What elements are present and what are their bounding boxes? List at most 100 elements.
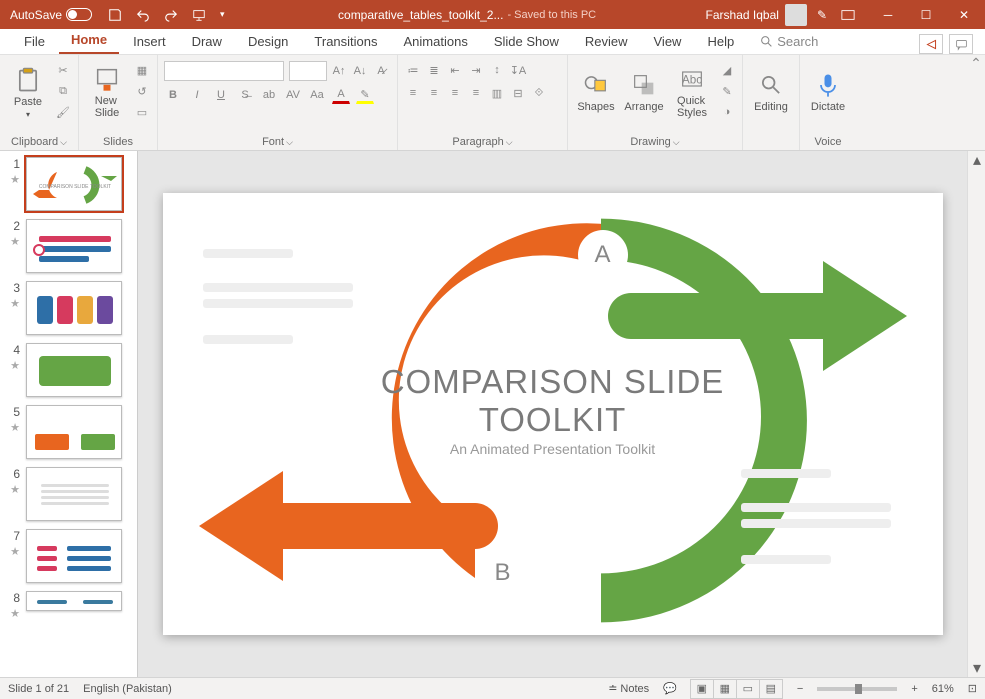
bold-icon[interactable]: B xyxy=(164,86,182,104)
thumbnail-5[interactable] xyxy=(26,405,122,459)
scroll-up-icon[interactable]: ▴ xyxy=(968,151,985,169)
strike-icon[interactable]: S̶ xyxy=(236,86,254,104)
thumbnail-3[interactable] xyxy=(26,281,122,335)
thumbnail-8[interactable] xyxy=(26,591,122,611)
increase-font-icon[interactable]: A↑ xyxy=(330,62,348,80)
redo-icon[interactable] xyxy=(160,3,182,27)
text-direction-icon[interactable]: ↧A xyxy=(509,61,527,79)
format-painter-icon[interactable]: 🖌 xyxy=(54,103,72,121)
dictate-button[interactable]: Dictate xyxy=(806,59,850,125)
thumbnail-6[interactable] xyxy=(26,467,122,521)
group-paragraph: ≔ ≣ ⇤ ⇥ ↕ ↧A ≡ ≡ ≡ ≡ ▥ ⊟ ⟐ Paragraph ⌵ xyxy=(398,55,568,150)
tab-insert[interactable]: Insert xyxy=(121,30,178,54)
spacing-icon[interactable]: AV xyxy=(284,86,302,104)
paste-button[interactable]: Paste▾ xyxy=(6,59,50,125)
align-right-icon[interactable]: ≡ xyxy=(446,84,464,102)
notes-button[interactable]: ≐ Notes xyxy=(608,682,649,695)
case-icon[interactable]: Aa xyxy=(308,86,326,104)
reset-icon[interactable]: ↺ xyxy=(133,82,151,100)
tab-file[interactable]: File xyxy=(12,30,57,54)
shadow-icon[interactable]: ab xyxy=(260,86,278,104)
zoom-slider[interactable] xyxy=(817,687,897,691)
fit-window-icon[interactable]: ⊡ xyxy=(968,682,977,695)
slideshow-view-icon[interactable]: ▤ xyxy=(759,679,783,699)
collapse-ribbon-icon[interactable]: ⌃ xyxy=(967,55,985,151)
maximize-button[interactable]: ☐ xyxy=(909,8,943,22)
comments-icon[interactable]: 💬 xyxy=(663,682,677,695)
numbering-icon[interactable]: ≣ xyxy=(425,61,443,79)
slideshow-start-icon[interactable] xyxy=(188,3,210,27)
tab-home[interactable]: Home xyxy=(59,28,119,54)
user-account[interactable]: Farshad Iqbal xyxy=(706,4,807,26)
align-left-icon[interactable]: ≡ xyxy=(404,84,422,102)
highlight-icon[interactable]: ✎ xyxy=(356,86,374,104)
close-button[interactable]: ✕ xyxy=(947,8,981,22)
indent-dec-icon[interactable]: ⇤ xyxy=(446,61,464,79)
tab-slideshow[interactable]: Slide Show xyxy=(482,30,571,54)
smartart-icon[interactable]: ⟐ xyxy=(530,84,548,102)
language-indicator[interactable]: English (Pakistan) xyxy=(83,683,172,695)
scroll-down-icon[interactable]: ▾ xyxy=(968,659,985,677)
font-family-select[interactable] xyxy=(164,61,284,81)
vertical-scrollbar[interactable]: ▴ ▾ xyxy=(967,151,985,677)
new-slide-button[interactable]: New Slide xyxy=(85,59,129,125)
tab-review[interactable]: Review xyxy=(573,30,640,54)
decrease-font-icon[interactable]: A↓ xyxy=(351,62,369,80)
italic-icon[interactable]: I xyxy=(188,86,206,104)
shape-fill-icon[interactable]: ◢ xyxy=(718,61,736,79)
tab-draw[interactable]: Draw xyxy=(180,30,234,54)
user-name: Farshad Iqbal xyxy=(706,8,779,22)
align-text-icon[interactable]: ⊟ xyxy=(509,84,527,102)
autosave-toggle[interactable]: AutoSave xyxy=(4,8,98,22)
ribbon-display-icon[interactable] xyxy=(837,3,859,27)
shape-outline-icon[interactable]: ✎ xyxy=(718,82,736,100)
thumbnail-2[interactable] xyxy=(26,219,122,273)
qat-more-icon[interactable]: ▾ xyxy=(216,3,229,27)
tab-animations[interactable]: Animations xyxy=(392,30,480,54)
thumbnail-4[interactable] xyxy=(26,343,122,397)
reading-view-icon[interactable]: ▭ xyxy=(736,679,760,699)
normal-view-icon[interactable]: ▣ xyxy=(690,679,714,699)
comments-button[interactable] xyxy=(949,34,973,54)
share-button[interactable] xyxy=(919,34,943,54)
font-color-icon[interactable]: A xyxy=(332,86,350,104)
shapes-button[interactable]: Shapes xyxy=(574,59,618,125)
avatar-icon xyxy=(785,4,807,26)
clear-format-icon[interactable]: A̷ xyxy=(372,62,390,80)
tab-view[interactable]: View xyxy=(642,30,694,54)
arrange-button[interactable]: Arrange xyxy=(622,59,666,125)
svg-text:Abc: Abc xyxy=(682,74,702,87)
zoom-in-icon[interactable]: + xyxy=(911,683,917,695)
search-box[interactable]: Search xyxy=(748,30,830,54)
editing-button[interactable]: Editing xyxy=(749,59,793,125)
tab-transitions[interactable]: Transitions xyxy=(302,30,389,54)
sorter-view-icon[interactable]: ▦ xyxy=(713,679,737,699)
bullets-icon[interactable]: ≔ xyxy=(404,61,422,79)
tab-help[interactable]: Help xyxy=(695,30,746,54)
justify-icon[interactable]: ≡ xyxy=(467,84,485,102)
undo-icon[interactable] xyxy=(132,3,154,27)
thumbnail-1[interactable]: COMPARISON SLIDE TOOLKIT xyxy=(26,157,122,211)
quick-styles-button[interactable]: Abc Quick Styles xyxy=(670,59,714,125)
tools-icon[interactable]: ✎ xyxy=(813,3,831,27)
underline-icon[interactable]: U xyxy=(212,86,230,104)
layout-icon[interactable]: ▦ xyxy=(133,61,151,79)
indent-inc-icon[interactable]: ⇥ xyxy=(467,61,485,79)
tab-design[interactable]: Design xyxy=(236,30,300,54)
zoom-level[interactable]: 61% xyxy=(932,683,954,695)
thumbnail-7[interactable] xyxy=(26,529,122,583)
copy-icon[interactable]: ⧉ xyxy=(54,82,72,100)
minimize-button[interactable]: ─ xyxy=(871,8,905,22)
save-icon[interactable] xyxy=(104,3,126,27)
cut-icon[interactable]: ✂ xyxy=(54,61,72,79)
window-controls: ─ ☐ ✕ xyxy=(871,8,981,22)
align-center-icon[interactable]: ≡ xyxy=(425,84,443,102)
slide-thumbnails[interactable]: 1★ COMPARISON SLIDE TOOLKIT 2★ 3★ 4★ 5★ … xyxy=(0,151,138,677)
columns-icon[interactable]: ▥ xyxy=(488,84,506,102)
slide-canvas[interactable]: A B COMPARISON SLIDE TOOLKIT An Animated… xyxy=(138,151,967,677)
zoom-out-icon[interactable]: − xyxy=(797,683,803,695)
section-icon[interactable]: ▭ xyxy=(133,103,151,121)
line-spacing-icon[interactable]: ↕ xyxy=(488,61,506,79)
font-size-select[interactable] xyxy=(289,61,327,81)
shape-effects-icon[interactable]: ◑ xyxy=(718,103,736,121)
